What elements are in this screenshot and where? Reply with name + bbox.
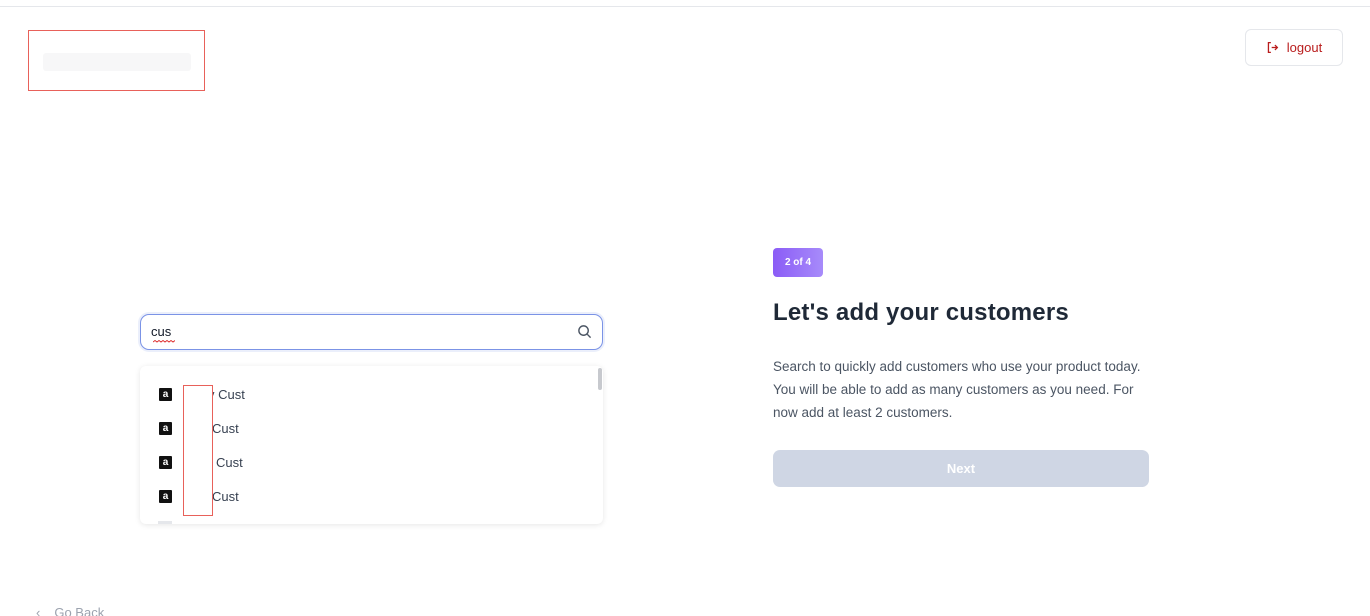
- amazon-logo-icon: a: [159, 387, 172, 401]
- page-description: Search to quickly add customers who use …: [773, 359, 1141, 420]
- page: logout a v Cust a Cust a Cust a Cust: [0, 0, 1370, 616]
- go-back-link[interactable]: ‹ Go Back: [36, 605, 104, 616]
- redaction-box: [183, 385, 213, 516]
- customer-search-box[interactable]: [140, 314, 603, 350]
- search-icon[interactable]: [577, 324, 592, 339]
- logout-icon: [1267, 41, 1279, 54]
- result-label: v Cust: [208, 386, 245, 402]
- logout-label: logout: [1286, 40, 1323, 55]
- next-button[interactable]: Next: [773, 450, 1149, 487]
- company-logo: [28, 30, 205, 91]
- next-result-hint: [158, 521, 172, 524]
- go-back-label: Go Back: [54, 605, 105, 616]
- result-label: Cust: [212, 420, 239, 436]
- result-label: Cust: [216, 454, 243, 470]
- amazon-logo-icon: a: [159, 489, 172, 503]
- amazon-logo-icon: a: [159, 455, 172, 469]
- logout-button[interactable]: logout: [1245, 29, 1343, 66]
- dropdown-scrollbar[interactable]: [598, 368, 602, 390]
- customer-search-input[interactable]: [151, 315, 561, 348]
- top-divider: [0, 6, 1370, 7]
- chevron-left-icon: ‹: [36, 605, 41, 616]
- logo-redacted: [43, 53, 191, 71]
- step-badge: 2 of 4: [773, 248, 823, 277]
- result-label: Cust: [212, 488, 239, 504]
- spellcheck-underline: [153, 340, 175, 343]
- amazon-logo-icon: a: [159, 421, 172, 435]
- page-title: Let's add your customers: [773, 299, 1069, 326]
